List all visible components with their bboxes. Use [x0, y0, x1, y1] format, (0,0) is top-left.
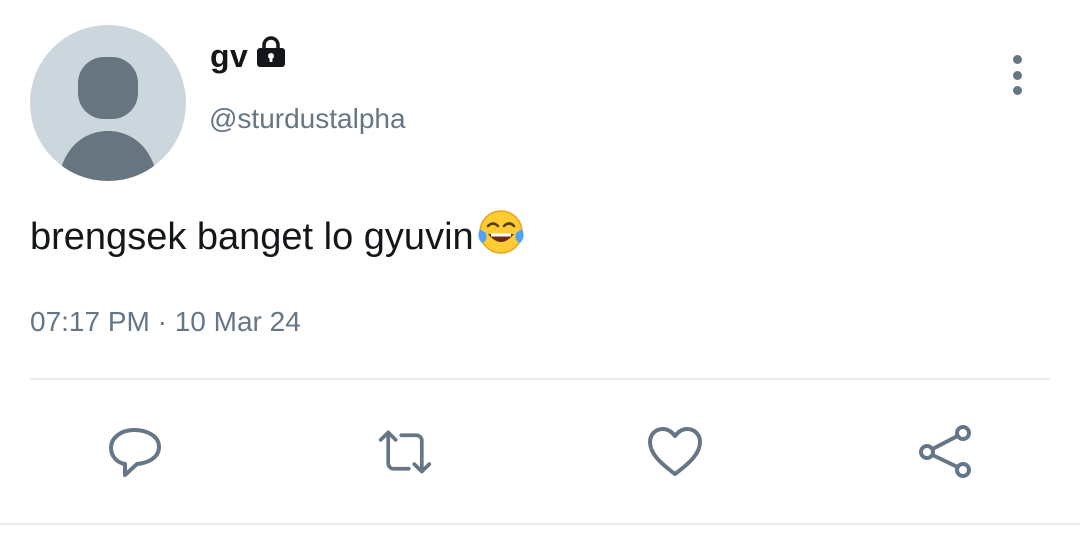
divider — [0, 523, 1080, 525]
reply-button[interactable] — [107, 424, 163, 480]
tweet-timestamp[interactable]: 07:17 PM · 10 Mar 24 — [30, 306, 301, 338]
default-avatar-icon — [58, 57, 158, 181]
avatar[interactable] — [30, 25, 186, 181]
tweet-body: brengsek banget lo gyuvin — [30, 207, 526, 267]
lock-icon — [254, 35, 288, 74]
author-name-row: gv — [210, 35, 288, 75]
share-icon — [919, 425, 971, 478]
like-button[interactable] — [647, 424, 703, 480]
tweet-text: brengsek banget lo gyuvin — [30, 215, 474, 258]
retweet-button[interactable] — [377, 424, 433, 480]
reply-icon — [109, 428, 161, 477]
display-name[interactable]: gv — [210, 38, 248, 75]
more-vertical-icon[interactable] — [1002, 55, 1032, 95]
author-handle[interactable]: @sturdustalpha — [209, 103, 406, 135]
heart-icon — [648, 427, 702, 476]
tears-of-joy-emoji — [476, 207, 526, 267]
divider — [30, 378, 1050, 380]
retweet-icon — [378, 430, 432, 474]
share-button[interactable] — [917, 424, 973, 480]
